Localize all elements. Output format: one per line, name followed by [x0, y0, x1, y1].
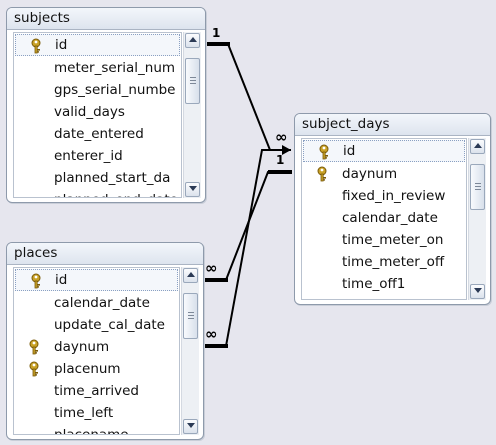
field-name: daynum — [342, 166, 398, 182]
primary-key-icon — [29, 361, 39, 377]
field-row-calendar-date[interactable]: calendar_date — [302, 207, 466, 229]
field-name: daynum — [54, 339, 110, 355]
scrollbar-subject-days[interactable] — [468, 138, 486, 300]
table-title-places[interactable]: places — [7, 243, 203, 265]
field-row-gps-serial-numbe[interactable]: gps_serial_numbe — [14, 79, 181, 101]
scroll-down-button[interactable] — [183, 419, 198, 434]
field-name: time_left — [54, 405, 114, 421]
field-row-time-on1[interactable]: time_on1 — [302, 295, 466, 299]
primary-key-icon — [319, 144, 329, 160]
cardinality-many-places-daynum: ∞ — [205, 259, 218, 277]
field-row-meter-serial-num[interactable]: meter_serial_num — [14, 57, 181, 79]
scrollbar-subjects[interactable] — [183, 32, 201, 198]
field-row-id[interactable]: id — [303, 140, 465, 162]
relationship-line-places-id[interactable] — [203, 149, 282, 347]
field-name: placenum — [54, 361, 121, 377]
field-row-placename[interactable]: placename — [14, 424, 179, 435]
field-row-time-off1[interactable]: time_off1 — [302, 273, 466, 295]
arrow-up-icon — [187, 272, 195, 277]
field-name: time_on1 — [342, 298, 405, 299]
field-row-planned-start-da[interactable]: planned_start_da — [14, 167, 181, 189]
field-name: time_meter_off — [342, 254, 445, 270]
scrollbar-thumb[interactable] — [470, 164, 485, 210]
field-list-subject-days[interactable]: id daynum fixed_in_review calendar_datetime… — [301, 138, 467, 300]
cardinality-one-subjects: 1 — [212, 26, 221, 40]
field-name: calendar_date — [342, 210, 438, 226]
field-name: time_arrived — [54, 383, 140, 399]
field-name: time_off1 — [342, 276, 406, 292]
cardinality-many-places-id: ∞ — [205, 325, 218, 343]
field-row-daynum[interactable]: daynum — [302, 163, 466, 185]
field-row-fixed-in-review[interactable]: fixed_in_review — [302, 185, 466, 207]
field-row-placenum[interactable]: placenum — [14, 358, 179, 380]
field-name: time_meter_on — [342, 232, 444, 248]
field-row-calendar-date[interactable]: calendar_date — [14, 292, 179, 314]
field-row-time-meter-on[interactable]: time_meter_on — [302, 229, 466, 251]
relationships-canvas: 1 ∞ 1 ∞ ∞ subjects id meter_serial_numgps… — [0, 0, 496, 445]
cardinality-many-subject-days: ∞ — [275, 128, 288, 146]
scroll-up-button[interactable] — [470, 139, 485, 154]
field-list-places[interactable]: id calendar_date update_cal_datedaynum plac… — [13, 267, 180, 435]
primary-key-icon — [317, 166, 327, 182]
field-name: fixed_in_review — [342, 188, 446, 204]
field-name: meter_serial_num — [54, 60, 176, 76]
cardinality-one-subject-days: 1 — [276, 153, 285, 167]
arrow-up-icon — [189, 37, 197, 42]
field-name: update_cal_date — [54, 317, 165, 333]
field-list-subjects[interactable]: id meter_serial_num gps_serial_numbe valid_… — [13, 32, 182, 198]
scrollbar-places[interactable] — [181, 267, 199, 435]
field-row-daynum[interactable]: daynum — [14, 336, 179, 358]
table-title-subjects[interactable]: subjects — [7, 8, 205, 30]
field-row-id[interactable]: id — [15, 34, 180, 56]
arrow-down-icon — [187, 423, 195, 428]
arrow-up-icon — [474, 143, 482, 148]
arrow-down-icon — [189, 186, 197, 191]
table-window-subjects[interactable]: subjects id meter_serial_num gps_serial_nu… — [6, 7, 206, 203]
field-name: placename — [54, 427, 129, 435]
field-name: planned_end_date — [54, 192, 178, 197]
scrollbar-thumb[interactable] — [185, 58, 200, 104]
field-row-id[interactable]: id — [15, 269, 178, 291]
field-name: id — [55, 37, 68, 53]
scroll-up-button[interactable] — [185, 33, 200, 48]
primary-key-icon — [31, 273, 41, 289]
table-window-places[interactable]: places id calendar_date update_cal_dateday… — [6, 242, 204, 440]
primary-key-icon — [31, 38, 41, 54]
table-window-subject-days[interactable]: subject_days id daynum fixed_in_reviewcale… — [294, 113, 491, 305]
field-name: planned_start_da — [54, 170, 171, 186]
field-row-date-entered[interactable]: date_entered — [14, 123, 181, 145]
field-name: valid_days — [54, 104, 125, 120]
field-row-enterer-id[interactable]: enterer_id — [14, 145, 181, 167]
field-row-planned-end-date[interactable]: planned_end_date — [14, 189, 181, 197]
scrollbar-thumb[interactable] — [183, 293, 198, 339]
scroll-up-button[interactable] — [183, 268, 198, 283]
field-name: enterer_id — [54, 148, 123, 164]
field-name: calendar_date — [54, 295, 150, 311]
field-row-time-arrived[interactable]: time_arrived — [14, 380, 179, 402]
field-name: id — [55, 272, 68, 288]
field-name: gps_serial_numbe — [54, 82, 176, 98]
scroll-down-button[interactable] — [470, 284, 485, 299]
table-title-subject-days[interactable]: subject_days — [295, 114, 490, 136]
primary-key-icon — [29, 339, 39, 355]
field-row-valid-days[interactable]: valid_days — [14, 101, 181, 123]
field-name: date_entered — [54, 126, 144, 142]
field-name: id — [343, 143, 356, 159]
field-row-update-cal-date[interactable]: update_cal_date — [14, 314, 179, 336]
field-row-time-meter-off[interactable]: time_meter_off — [302, 251, 466, 273]
arrow-down-icon — [474, 288, 482, 293]
scroll-down-button[interactable] — [185, 182, 200, 197]
field-row-time-left[interactable]: time_left — [14, 402, 179, 424]
